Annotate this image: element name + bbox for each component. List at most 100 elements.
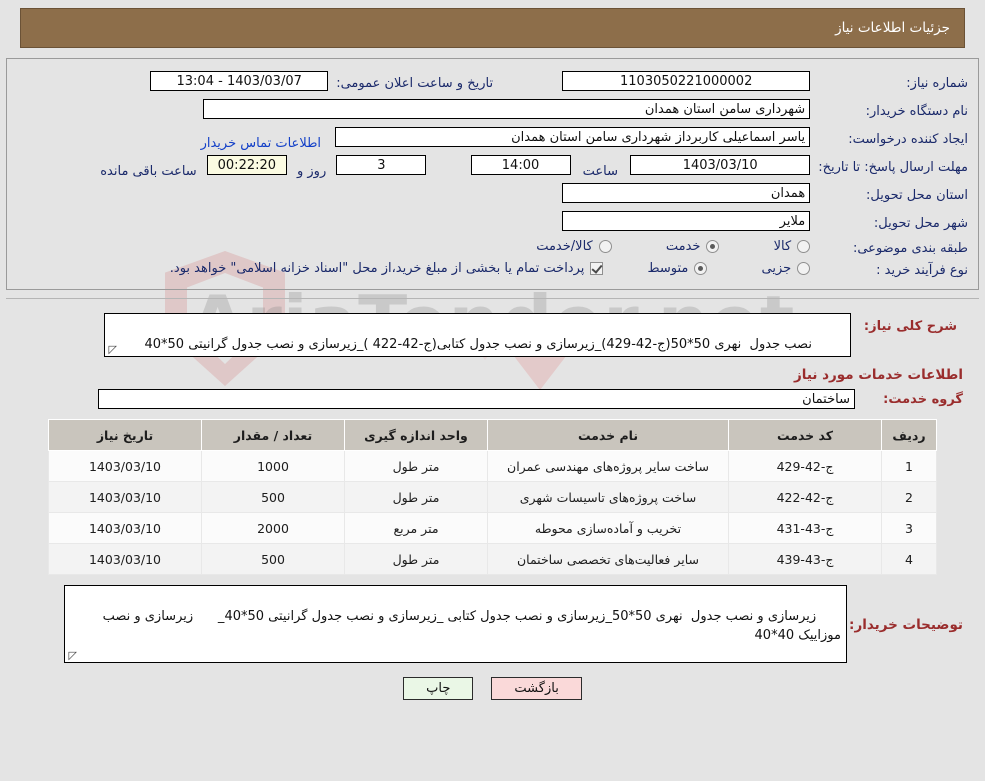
table-row: 1 ج-42-429 ساخت سایر پروژه‌های مهندسی عمرا… bbox=[48, 450, 937, 482]
cell-date: 1403/03/10 bbox=[48, 543, 202, 575]
process-label: نوع فرآیند خرید : bbox=[876, 262, 968, 278]
province-field-cell: همدان bbox=[13, 181, 814, 209]
process-option-jozi[interactable]: جزیی bbox=[762, 261, 811, 276]
public-announce-field[interactable]: 1403/03/07 - 13:04 bbox=[150, 71, 329, 91]
cell-name: تخریب و آماده‌سازی محوطه bbox=[487, 512, 729, 544]
col-header-row: ردیف bbox=[881, 419, 937, 451]
service-group-label: گروه خدمت: bbox=[883, 391, 963, 407]
cell-qty: 500 bbox=[201, 481, 345, 513]
table-header-row: ردیف کد خدمت نام خدمت واحد اندازه گیری ت… bbox=[48, 419, 937, 451]
process-label-motevaset: متوسط bbox=[647, 261, 689, 276]
process-option-motevaset[interactable]: متوسط bbox=[648, 261, 708, 276]
category-label: طبقه بندی موضوعی: bbox=[852, 240, 968, 256]
cell-date: 1403/03/10 bbox=[48, 512, 202, 544]
buyer-org-field[interactable]: شهرداری سامن استان همدان bbox=[203, 99, 811, 119]
requester-field-cell: یاسر اسماعیلی کاربرداز شهرداری سامن استا… bbox=[13, 125, 814, 153]
category-radio-khedmat[interactable] bbox=[706, 240, 720, 253]
buyer-org-field-cell: شهرداری سامن استان همدان bbox=[13, 97, 814, 125]
city-field[interactable]: ملایر bbox=[562, 211, 811, 231]
deadline-label: مهلت ارسال پاسخ: تا تاریخ: bbox=[818, 159, 968, 175]
cell-name: ساخت سایر پروژه‌های مهندسی عمران bbox=[487, 450, 729, 482]
table-row: 2 ج-42-422 ساخت پروژه‌های تاسیسات شهری متر … bbox=[48, 481, 937, 513]
city-label: شهر محل تحویل: bbox=[873, 215, 968, 231]
col-header-name: نام خدمت bbox=[487, 419, 729, 451]
footer-buttons: بازگشت چاپ bbox=[0, 677, 985, 700]
table-row: 4 ج-43-439 سایر فعالیت‌های تخصصی ساختمان مت… bbox=[48, 543, 937, 575]
services-section-heading: اطلاعات خدمات مورد نیاز bbox=[793, 367, 963, 383]
cell-name: سایر فعالیت‌های تخصصی ساختمان bbox=[487, 543, 729, 575]
cell-unit: متر طول bbox=[344, 543, 488, 575]
summary-label: شرح کلی نیاز: bbox=[863, 319, 957, 334]
form-row-requester: ایجاد کننده درخواست: یاسر اسماعیلی کاربر… bbox=[13, 125, 972, 153]
public-announce-field-cell: 1403/03/07 - 13:04 bbox=[13, 69, 332, 97]
buyer-notes-textarea[interactable]: زیرسازی و نصب جدول نهری 50*50_زیرسازی و … bbox=[64, 585, 847, 663]
services-table-wrapper: ردیف کد خدمت نام خدمت واحد اندازه گیری ت… bbox=[48, 419, 937, 575]
cell-qty: 500 bbox=[201, 543, 345, 575]
service-group-field[interactable]: ساختمان bbox=[98, 389, 855, 409]
cell-qty: 1000 bbox=[201, 450, 345, 482]
services-table: ردیف کد خدمت نام خدمت واحد اندازه گیری ت… bbox=[48, 419, 937, 575]
notes-resize-grip-icon[interactable]: ◸ bbox=[67, 650, 77, 661]
province-label: استان محل تحویل: bbox=[866, 187, 968, 203]
category-option-kala-khedmat[interactable]: کالا/خدمت bbox=[536, 239, 612, 254]
cell-unit: متر طول bbox=[344, 481, 488, 513]
form-row-category: طبقه بندی موضوعی: کالا خدمت کالا/خدمت bbox=[13, 237, 972, 259]
need-number-label: شماره نیاز: bbox=[906, 75, 968, 91]
public-announce-label: تاریخ و ساعت اعلان عمومی: bbox=[336, 75, 494, 91]
cell-name: ساخت پروژه‌های تاسیسات شهری bbox=[487, 481, 729, 513]
services-table-body: 1 ج-42-429 ساخت سایر پروژه‌های مهندسی عمرا… bbox=[48, 450, 937, 575]
col-header-unit: واحد اندازه گیری bbox=[344, 419, 488, 451]
col-header-code: کد خدمت bbox=[728, 419, 882, 451]
deadline-date-field[interactable]: 1403/03/10 bbox=[630, 155, 811, 175]
treasury-bond-checkbox[interactable] bbox=[590, 262, 604, 275]
province-field[interactable]: همدان bbox=[562, 183, 811, 203]
page-title: جزئیات اطلاعات نیاز bbox=[835, 20, 950, 36]
category-options-cell: کالا خدمت کالا/خدمت bbox=[13, 237, 814, 259]
deadline-time-field[interactable]: 14:00 bbox=[470, 155, 571, 175]
form-row-deadline: مهلت ارسال پاسخ: تا تاریخ: 1403/03/10 سا… bbox=[13, 153, 972, 181]
buyer-notes-label: توضیحات خریدار: bbox=[849, 617, 963, 633]
cell-row: 2 bbox=[881, 481, 937, 513]
print-button[interactable]: چاپ bbox=[403, 677, 474, 700]
requester-field[interactable]: یاسر اسماعیلی کاربرداز شهرداری سامن استا… bbox=[335, 127, 811, 147]
process-options-cell: جزیی متوسط پرداخت تمام یا بخشی از مبلغ خ… bbox=[13, 259, 814, 281]
cell-date: 1403/03/10 bbox=[48, 450, 202, 482]
category-option-kala[interactable]: کالا bbox=[774, 239, 811, 254]
treasury-bond-checkbox-group[interactable]: پرداخت تمام یا بخشی از مبلغ خرید،از محل … bbox=[170, 261, 604, 276]
process-radio-motevaset[interactable] bbox=[694, 262, 708, 275]
summary-text: نصب جدول نهری 50*50(ج-42-429)_زیرسازی و … bbox=[144, 337, 812, 352]
deadline-time-label: ساعت bbox=[582, 164, 619, 179]
services-table-head: ردیف کد خدمت نام خدمت واحد اندازه گیری ت… bbox=[48, 419, 937, 451]
form-row-buyer-org: نام دستگاه خریدار: شهرداری سامن استان هم… bbox=[13, 97, 972, 125]
need-number-field[interactable]: 1103050221000002 bbox=[562, 71, 811, 91]
cell-code: ج-42-422 bbox=[728, 481, 882, 513]
form-row-province: استان محل تحویل: همدان bbox=[13, 181, 972, 209]
buyer-contact-link[interactable]: اطلاعات تماس خریدار bbox=[201, 136, 321, 151]
table-row: 3 ج-43-431 تخریب و آماده‌سازی محوطه متر مرب… bbox=[48, 512, 937, 544]
category-label-kala-khedmat: کالا/خدمت bbox=[536, 239, 593, 254]
summary-section: شرح کلی نیاز: نصب جدول نهری 50*50(ج-42-4… bbox=[6, 298, 979, 357]
cell-unit: متر مربع bbox=[344, 512, 488, 544]
cell-qty: 2000 bbox=[201, 512, 345, 544]
form-row-city: شهر محل تحویل: ملایر bbox=[13, 209, 972, 237]
deadline-days-unit-label: روز و bbox=[296, 164, 327, 179]
process-radio-jozi[interactable] bbox=[797, 262, 811, 275]
back-button[interactable]: بازگشت bbox=[491, 677, 582, 700]
category-radio-kala-khedmat[interactable] bbox=[598, 240, 612, 253]
buyer-notes-text: زیرسازی و نصب جدول نهری 50*50_زیرسازی و … bbox=[98, 609, 841, 643]
summary-textarea[interactable]: نصب جدول نهری 50*50(ج-42-429)_زیرسازی و … bbox=[104, 313, 851, 357]
cell-code: ج-43-439 bbox=[728, 543, 882, 575]
page-title-bar: جزئیات اطلاعات نیاز bbox=[20, 8, 965, 48]
cell-row: 3 bbox=[881, 512, 937, 544]
resize-grip-icon[interactable]: ◸ bbox=[107, 344, 117, 355]
category-label-khedmat: خدمت bbox=[665, 239, 701, 254]
need-details-form: شماره نیاز: 1103050221000002 تاریخ و ساع… bbox=[13, 69, 972, 281]
category-radio-kala[interactable] bbox=[797, 240, 811, 253]
cell-unit: متر طول bbox=[344, 450, 488, 482]
deadline-fields-cell: 1403/03/10 ساعت 14:00 3 روز و 00:22:20 س… bbox=[13, 153, 814, 181]
cell-date: 1403/03/10 bbox=[48, 481, 202, 513]
deadline-days-field[interactable]: 3 bbox=[336, 155, 427, 175]
category-option-khedmat[interactable]: خدمت bbox=[666, 239, 720, 254]
cell-code: ج-43-431 bbox=[728, 512, 882, 544]
treasury-bond-label: پرداخت تمام یا بخشی از مبلغ خرید،از محل … bbox=[169, 261, 585, 276]
